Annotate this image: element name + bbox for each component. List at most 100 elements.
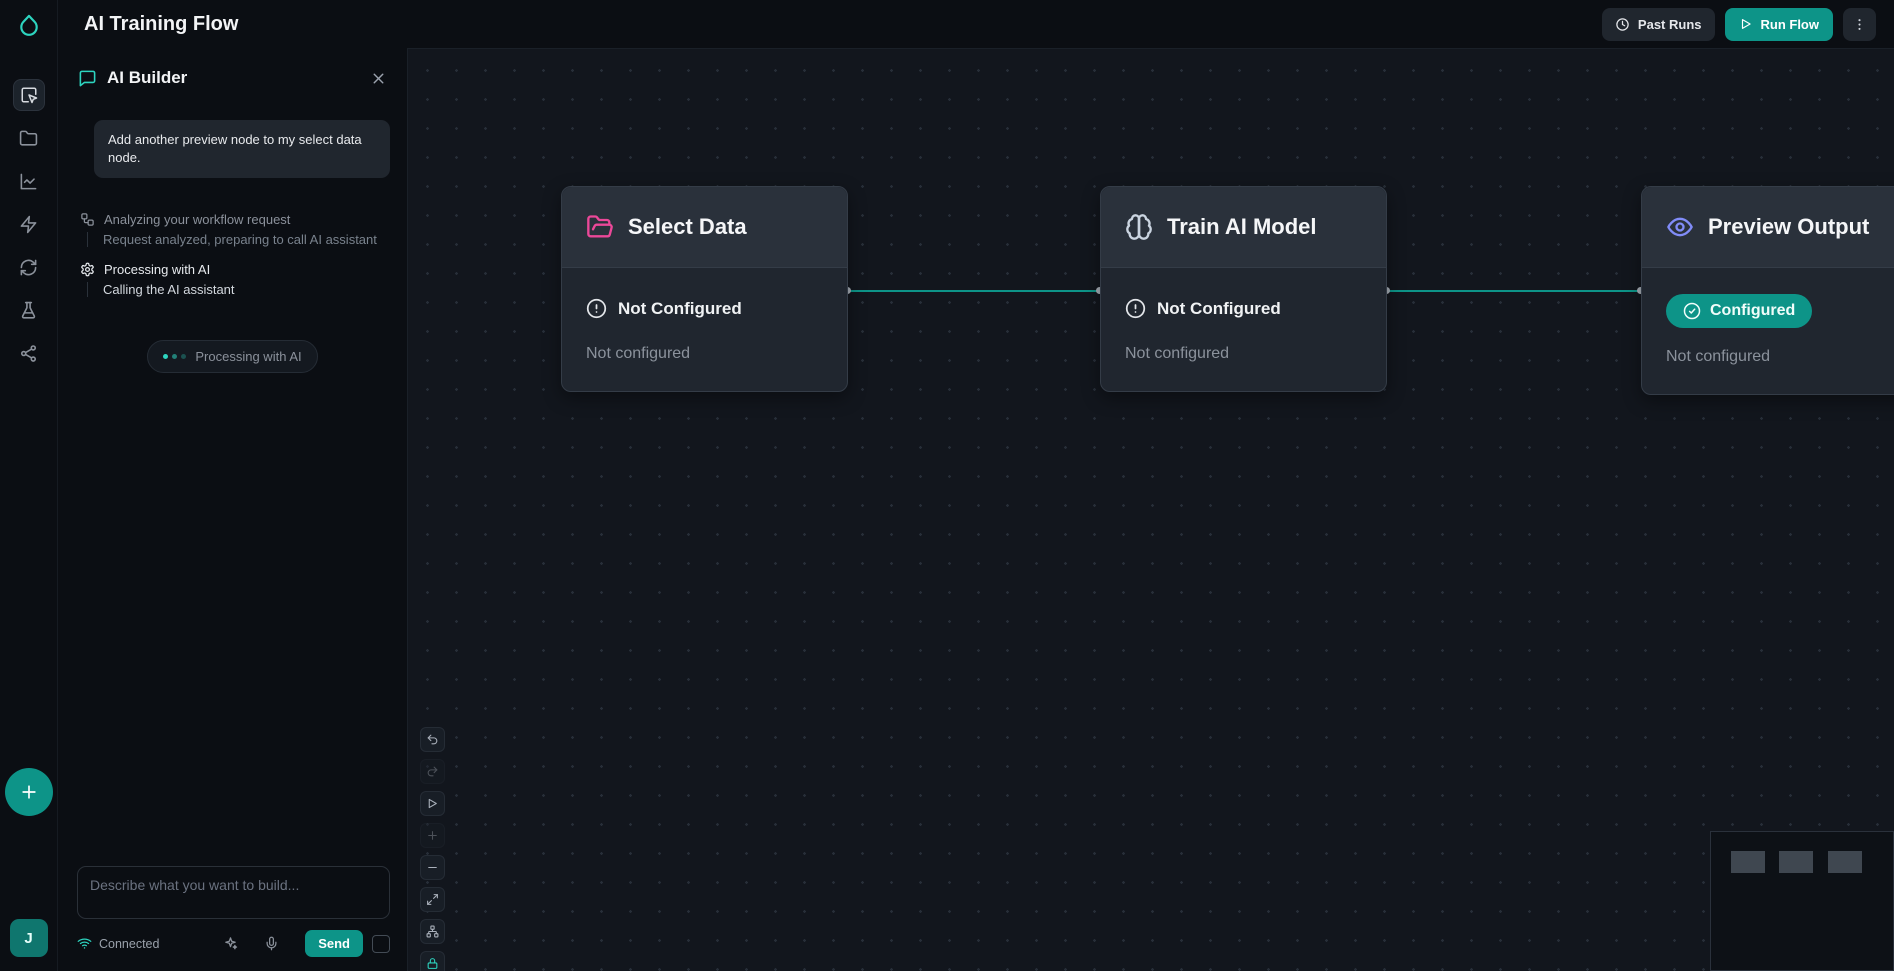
node-status-label: Not Configured xyxy=(1157,299,1281,319)
main-column: AI Training Flow Past Runs Run Flow xyxy=(58,0,1894,971)
fit-view-icon xyxy=(426,893,439,906)
configured-badge: Configured xyxy=(1666,294,1812,328)
edge-select-to-train[interactable] xyxy=(848,290,1100,292)
auto-layout-button[interactable] xyxy=(420,919,445,944)
node-status-label: Not Configured xyxy=(618,299,742,319)
run-flow-label: Run Flow xyxy=(1761,17,1820,32)
share-icon xyxy=(19,344,38,363)
clock-icon xyxy=(1615,17,1630,32)
minimap-node xyxy=(1731,851,1765,873)
close-panel-button[interactable] xyxy=(370,70,387,87)
voice-input-button[interactable] xyxy=(264,936,279,951)
auto-layout-icon xyxy=(426,925,439,938)
node-select-data[interactable]: Select Data Not Configured Not configure… xyxy=(561,186,848,392)
tool-share-button[interactable] xyxy=(13,337,45,369)
log-title: Processing with AI xyxy=(104,262,210,277)
fit-view-button[interactable] xyxy=(420,887,445,912)
log-title: Analyzing your workflow request xyxy=(104,212,290,227)
lock-icon xyxy=(426,957,439,970)
node-train-ai-model[interactable]: Train AI Model Not Configured Not config… xyxy=(1100,186,1387,392)
past-runs-label: Past Runs xyxy=(1638,17,1702,32)
past-runs-button[interactable]: Past Runs xyxy=(1602,8,1715,41)
tool-sync-button[interactable] xyxy=(13,251,45,283)
user-avatar[interactable]: J xyxy=(10,919,48,957)
icon-sidebar: J xyxy=(0,0,58,971)
line-chart-icon xyxy=(19,172,38,191)
check-circle-icon xyxy=(1683,302,1701,320)
add-node-button[interactable] xyxy=(5,768,53,816)
node-title: Select Data xyxy=(628,214,747,240)
eye-icon xyxy=(1666,213,1694,241)
lock-button[interactable] xyxy=(420,951,445,971)
app-logo-icon xyxy=(16,13,42,39)
send-button[interactable]: Send xyxy=(305,930,363,957)
page-title: AI Training Flow xyxy=(84,13,238,36)
close-icon xyxy=(370,70,387,87)
node-status-label: Configured xyxy=(1710,302,1795,320)
body-row: AI Builder Add another preview node to m… xyxy=(58,48,1894,971)
node-title: Preview Output xyxy=(1708,214,1869,240)
ai-builder-panel: AI Builder Add another preview node to m… xyxy=(58,48,408,971)
minimap-node xyxy=(1779,851,1813,873)
send-option-checkbox[interactable] xyxy=(372,935,390,953)
folder-open-icon xyxy=(586,213,614,241)
enhance-prompt-button[interactable] xyxy=(223,936,238,951)
prompt-input[interactable] xyxy=(77,866,390,919)
zap-icon xyxy=(19,215,38,234)
node-detail: Not configured xyxy=(586,345,823,363)
zoom-in-button[interactable] xyxy=(420,823,445,848)
tool-select-button[interactable] xyxy=(13,79,45,111)
app-root: J AI Training Flow Past Runs Run Flow xyxy=(0,0,1894,971)
tool-actions-button[interactable] xyxy=(13,208,45,240)
processing-label: Processing with AI xyxy=(195,349,301,364)
zoom-out-button[interactable] xyxy=(420,855,445,880)
undo-icon xyxy=(426,733,439,746)
zoom-out-icon xyxy=(426,861,439,874)
tool-experiments-button[interactable] xyxy=(13,294,45,326)
prompt-footer: Connected xyxy=(77,930,390,957)
brain-icon xyxy=(1125,213,1153,241)
prompt-area: Connected xyxy=(58,866,407,971)
kebab-menu-icon xyxy=(1852,17,1867,32)
mouse-pointer-square-icon xyxy=(20,86,38,104)
ai-builder-title: AI Builder xyxy=(107,68,187,88)
workflow-icon xyxy=(80,212,95,227)
run-flow-button[interactable]: Run Flow xyxy=(1725,8,1834,41)
connection-status-label: Connected xyxy=(99,937,159,951)
log-item: Analyzing your workflow request Request … xyxy=(80,212,387,247)
zoom-in-icon xyxy=(426,829,439,842)
top-bar-actions: Past Runs Run Flow xyxy=(1602,8,1876,41)
user-message: Add another preview node to my select da… xyxy=(94,120,390,178)
redo-icon xyxy=(426,765,439,778)
tool-files-button[interactable] xyxy=(13,122,45,154)
tool-analytics-button[interactable] xyxy=(13,165,45,197)
ai-builder-header: AI Builder xyxy=(58,48,407,102)
loading-dots-icon xyxy=(163,354,186,359)
sparkles-icon xyxy=(223,936,238,951)
play-icon xyxy=(426,797,439,810)
edge-train-to-preview[interactable] xyxy=(1387,290,1641,292)
refresh-icon xyxy=(19,258,38,277)
connection-status: Connected xyxy=(77,936,159,951)
node-detail: Not configured xyxy=(1125,345,1362,363)
log-detail: Calling the AI assistant xyxy=(87,282,387,297)
node-detail: Not configured xyxy=(1666,348,1894,366)
processing-status-badge: Processing with AI xyxy=(147,340,317,373)
node-status: Not Configured xyxy=(586,298,823,319)
gear-icon xyxy=(80,262,95,277)
minimap[interactable] xyxy=(1710,831,1894,971)
alert-circle-icon xyxy=(586,298,607,319)
flask-icon xyxy=(19,301,38,320)
assistant-log: Analyzing your workflow request Request … xyxy=(58,178,407,312)
log-item: Processing with AI Calling the AI assist… xyxy=(80,262,387,297)
folder-icon xyxy=(19,129,38,148)
node-preview-output[interactable]: Preview Output Configured Not configured xyxy=(1641,186,1894,395)
wifi-icon xyxy=(77,936,92,951)
more-options-button[interactable] xyxy=(1843,8,1876,41)
run-button[interactable] xyxy=(420,791,445,816)
undo-button[interactable] xyxy=(420,727,445,752)
flow-canvas[interactable]: Select Data Not Configured Not configure… xyxy=(408,48,1894,971)
redo-button[interactable] xyxy=(420,759,445,784)
top-bar: AI Training Flow Past Runs Run Flow xyxy=(58,0,1894,48)
node-title: Train AI Model xyxy=(1167,214,1317,240)
